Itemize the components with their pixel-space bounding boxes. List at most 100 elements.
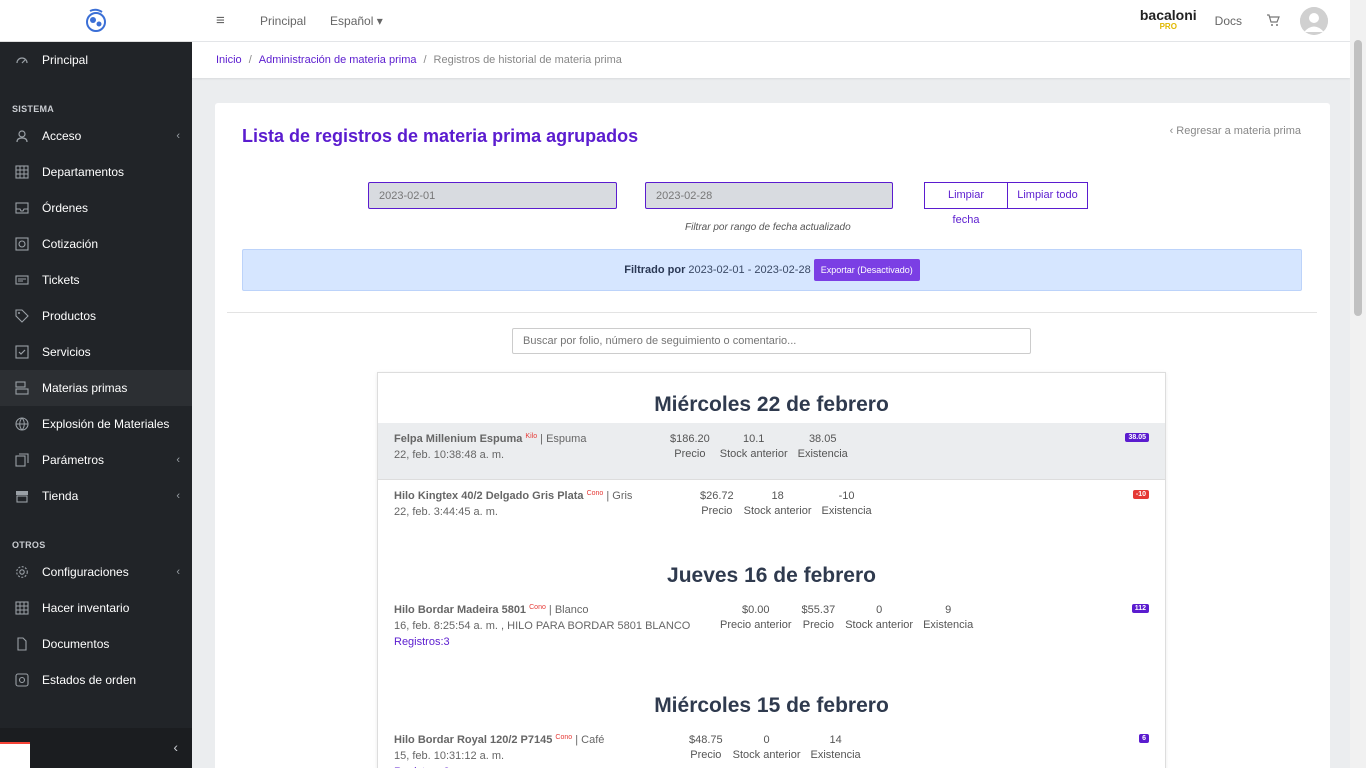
scrollbar-thumb[interactable]: [1354, 40, 1362, 316]
day-heading: Jueves 16 de febrero: [667, 564, 876, 587]
date-to-input[interactable]: [645, 182, 893, 209]
sidebar-item-label: Hacer inventario: [42, 601, 130, 615]
status-badge: 38.05: [1125, 433, 1149, 442]
filter-hint: Filtrar por rango de fecha actualizado: [685, 222, 851, 233]
date-from-input[interactable]: [368, 182, 617, 209]
cart-icon[interactable]: [1266, 13, 1280, 30]
bacaloni-logo[interactable]: bacaloni PRO: [1140, 8, 1197, 33]
menu-icon[interactable]: ≡: [216, 12, 230, 29]
record-value: 10.1: [742, 433, 765, 445]
list-item[interactable]: Hilo Bordar Madeira 5801 Cono | Blanco 16…: [378, 594, 1165, 658]
sidebar-item-principal[interactable]: Principal: [0, 42, 192, 78]
record-unit: Cono: [529, 604, 546, 611]
sidebar-item-servicios[interactable]: Servicios: [0, 334, 192, 370]
sidebar-item-acceso[interactable]: Acceso ‹: [0, 118, 192, 154]
record-label: Precio: [674, 448, 706, 460]
layers-icon: [14, 380, 30, 396]
clear-date-button[interactable]: Limpiar fecha: [924, 182, 1008, 226]
sidebar-item-explosion-de-materiales[interactable]: Explosión de Materiales: [0, 406, 192, 442]
record-name[interactable]: Hilo Bordar Madeira 5801: [394, 604, 526, 616]
sidebar-item-hacer-inventario[interactable]: Hacer inventario: [0, 590, 192, 626]
brand-logo[interactable]: [0, 0, 192, 42]
sidebar-item-materias-primas[interactable]: Materias primas: [0, 370, 192, 406]
export-button[interactable]: Exportar (Desactivado): [813, 259, 920, 281]
sidebar-item-label: Materias primas: [42, 381, 128, 395]
sidebar-item-cotizacion[interactable]: Cotización: [0, 226, 192, 262]
sidebar-item-label: Explosión de Materiales: [42, 417, 170, 431]
store-icon: [14, 488, 30, 504]
record-column: -10 Existencia: [822, 490, 872, 517]
language-dropdown[interactable]: Español ▾: [330, 14, 383, 28]
sidebar-item-documentos[interactable]: Documentos: [0, 626, 192, 662]
check-square-icon: [14, 344, 30, 360]
chevron-left-icon: ‹: [176, 454, 180, 466]
record-column: 10.1 Stock anterior: [720, 433, 788, 460]
record-name[interactable]: Hilo Bordar Royal 120/2 P7145: [394, 734, 552, 746]
list-item[interactable]: Hilo Kingtex 40/2 Delgado Gris Plata Con…: [378, 480, 1165, 528]
record-value: $186.20: [670, 433, 710, 445]
list-item[interactable]: Hilo Bordar Royal 120/2 P7145 Cono | Caf…: [378, 724, 1165, 768]
sidebar-item-ordenes[interactable]: Órdenes: [0, 190, 192, 226]
breadcrumb-home[interactable]: Inicio: [216, 54, 242, 66]
page-title: Lista de registros de materia prima agru…: [242, 126, 639, 146]
record-value: 18: [771, 490, 784, 502]
sidebar-item-configuraciones[interactable]: Configuraciones ‹: [0, 554, 192, 590]
record-label: Precio anterior: [720, 619, 792, 631]
avatar[interactable]: [1300, 7, 1328, 35]
page-scrollbar[interactable]: [1350, 0, 1366, 768]
sidebar-item-tickets[interactable]: Tickets: [0, 262, 192, 298]
record-unit: Cono: [555, 734, 573, 741]
day-heading: Miércoles 15 de febrero: [654, 694, 889, 717]
sidebar-item-estados-de-orden[interactable]: Estados de orden: [0, 662, 192, 698]
filtered-range: 2023-02-01 - 2023-02-28: [688, 264, 811, 276]
logo-icon: [86, 8, 106, 32]
record-column: 18 Stock anterior: [744, 490, 812, 517]
record-color: | Blanco: [548, 604, 589, 616]
docs-link[interactable]: Docs: [1215, 14, 1242, 28]
laravel-icon: [0, 742, 30, 768]
record-value: $55.37: [801, 604, 836, 616]
breadcrumb-current: Registros de historial de materia prima: [433, 54, 622, 66]
record-label: Stock anterior: [845, 619, 914, 631]
tag-icon: [14, 308, 30, 324]
record-columns: $48.75 Precio 0 Stock anterior 14 Existencia: [689, 734, 871, 761]
list-item[interactable]: Felpa Millenium Espuma Kilo | Espuma 22, …: [378, 423, 1165, 480]
inbox-icon: [14, 200, 30, 216]
header-link-principal[interactable]: Principal: [260, 14, 306, 28]
sidebar-item-label: Cotización: [42, 237, 99, 251]
sidebar-item-label: Estados de orden: [42, 673, 137, 687]
sidebar-nav: Principal SISTEMA Acceso ‹ Departamentos Órde…: [0, 42, 192, 698]
breadcrumb-section[interactable]: Administración de materia prima: [259, 54, 417, 66]
record-label: Stock anterior: [743, 505, 812, 517]
grid-icon: [14, 164, 30, 180]
record-column: $186.20 Precio: [670, 433, 710, 460]
status-badge: 112: [1131, 604, 1149, 613]
sidebar-item-label: Tienda: [42, 489, 79, 503]
sidebar-item-label: Configuraciones: [42, 565, 129, 579]
record-column: 14 Existencia: [811, 734, 861, 761]
record-column: $48.75 Precio: [689, 734, 723, 761]
record-color: | Café: [575, 734, 605, 746]
clear-all-button[interactable]: Limpiar todo: [1007, 182, 1088, 209]
sidebar-item-productos[interactable]: Productos: [0, 298, 192, 334]
record-value: 0: [876, 604, 883, 616]
record-column: 0 Stock anterior: [733, 734, 801, 761]
search-input[interactable]: [512, 328, 1031, 354]
breadcrumb-separator: /: [423, 54, 427, 66]
chevron-left-icon: ‹: [176, 130, 180, 142]
record-columns: $26.72 Precio 18 Stock anterior -10 Existenci…: [700, 490, 882, 517]
record-value: $0.00: [742, 604, 770, 616]
sidebar-toggle-icon[interactable]: ‹: [173, 739, 178, 755]
sidebar-item-label: Órdenes: [42, 201, 89, 215]
sidebar-item-label: Documentos: [42, 637, 110, 651]
record-registros-link[interactable]: Registros:3: [394, 636, 1149, 648]
record-name[interactable]: Felpa Millenium Espuma: [394, 433, 522, 445]
back-to-raw-material-link[interactable]: ‹ Regresar a materia prima: [1170, 125, 1301, 137]
speedometer-icon: [14, 52, 30, 68]
sidebar-section-title: OTROS: [12, 540, 46, 550]
ticket-icon: [14, 272, 30, 288]
record-name[interactable]: Hilo Kingtex 40/2 Delgado Gris Plata: [394, 490, 584, 502]
sidebar-item-departamentos[interactable]: Departamentos: [0, 154, 192, 190]
sidebar-item-tienda[interactable]: Tienda ‹: [0, 478, 192, 514]
sidebar-item-parametros[interactable]: Parámetros ‹: [0, 442, 192, 478]
